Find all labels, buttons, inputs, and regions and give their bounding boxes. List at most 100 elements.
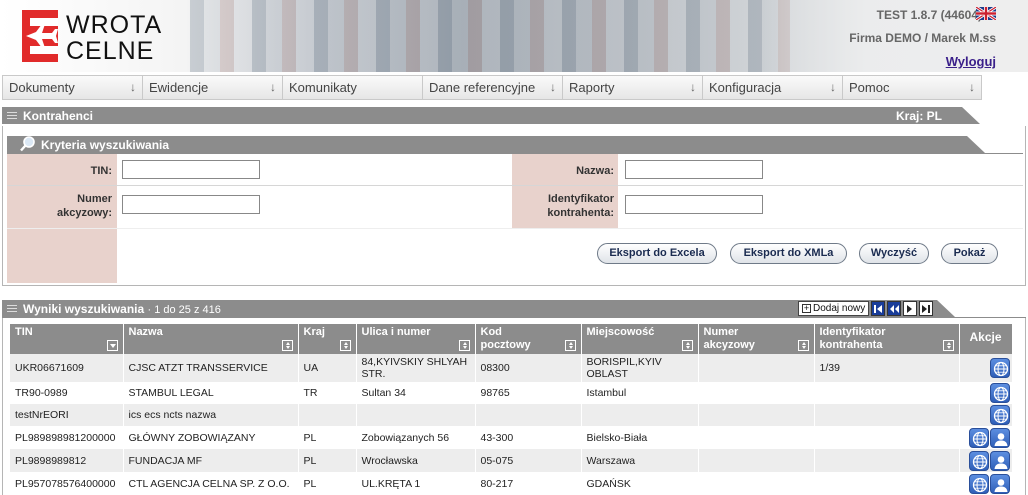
app-logo: WROTA CELNE [22, 10, 177, 66]
column-header-street[interactable]: Ulica i numer [356, 324, 476, 354]
globe-icon[interactable] [989, 358, 1010, 378]
sort-icon[interactable] [797, 340, 809, 351]
table-row[interactable]: TR90-0989 STAMBUL LEGAL TR Sultan 34 98765 Is… [10, 382, 1013, 404]
column-header-postal[interactable]: Kod pocztowy [475, 324, 582, 354]
column-header-country[interactable]: Kraj [298, 324, 357, 354]
menu-item-raporty[interactable]: Raporty ↓ [562, 75, 702, 100]
contractor-id-input[interactable] [625, 195, 763, 214]
globe-icon[interactable] [989, 383, 1010, 403]
excise-number-label: Numer akcyzowy: [56, 193, 112, 219]
sort-icon[interactable] [564, 340, 576, 351]
app-header: WROTA CELNE TEST 1.8.7 (44604) Firma DEM… [0, 0, 1028, 72]
globe-icon[interactable] [968, 473, 989, 494]
main-menu: Dokumenty ↓ Ewidencje ↓ Komunikaty Dane re… [2, 75, 982, 100]
cell-id [814, 426, 960, 449]
sort-icon[interactable] [339, 340, 351, 351]
cell-name: GŁÓWNY ZOBOWIĄZANY [123, 426, 299, 449]
cell-country: PL [298, 426, 357, 449]
globe-icon[interactable] [968, 427, 989, 448]
cell-city: Istambul [581, 382, 699, 404]
show-button[interactable]: Pokaż [941, 243, 998, 264]
menu-item-komunikaty[interactable]: Komunikaty [282, 75, 422, 100]
column-header-contractor-id[interactable]: Identyfikator kontrahenta [814, 324, 960, 354]
person-icon[interactable] [989, 473, 1010, 494]
tin-label: TIN: [90, 165, 112, 177]
logout-link[interactable]: Wyloguj [946, 54, 996, 69]
excise-number-input[interactable] [122, 195, 260, 214]
cell-city: Warszawa [581, 449, 699, 472]
results-range: · 1 do 25 z 416 [147, 304, 221, 316]
clear-button[interactable]: Wyczyść [859, 243, 929, 264]
menu-item-ewidencje[interactable]: Ewidencje ↓ [142, 75, 282, 100]
results-title: Wyniki wyszukiwania [23, 302, 145, 316]
tin-input[interactable] [122, 160, 260, 179]
cell-city: GDAŃSK [581, 472, 699, 495]
sort-icon[interactable] [281, 340, 293, 351]
cell-id: 1/39 [814, 354, 960, 382]
last-page-icon [922, 305, 931, 313]
grip-icon [7, 305, 17, 312]
table-row[interactable]: PL957078576400000 CTL AGENCJA CELNA SP. Z… [10, 472, 1013, 495]
sort-desc-icon[interactable] [106, 340, 118, 351]
grip-icon [7, 112, 17, 119]
menu-item-pomoc[interactable]: Pomoc ↓ [842, 75, 982, 100]
results-table: TIN Nazwa Kraj Ulica i numer Kod pocztowy… [10, 324, 1013, 495]
person-icon[interactable] [989, 450, 1010, 471]
chevron-down-icon: ↓ [270, 80, 276, 94]
menu-item-konfiguracja[interactable]: Konfiguracja ↓ [702, 75, 842, 100]
name-input[interactable] [625, 160, 763, 179]
chevron-down-icon: ↓ [130, 80, 136, 94]
cell-tin: PL989898981200000 [10, 426, 124, 449]
uk-flag-icon[interactable] [976, 7, 996, 20]
table-row[interactable]: PL989898981200000 GŁÓWNY ZOBOWIĄZANY PL Zob… [10, 426, 1013, 449]
cell-id [814, 472, 960, 495]
table-row[interactable]: testNrEORI ics ecs ncts nazwa [10, 404, 1013, 426]
plus-icon: + [802, 303, 811, 313]
globe-icon[interactable] [968, 450, 989, 471]
sort-icon[interactable] [458, 340, 470, 351]
cell-actions [959, 382, 1013, 404]
search-icon [20, 136, 35, 152]
first-page-button[interactable] [871, 301, 886, 316]
section-bar-criteria: Kryteria wyszukiwania [7, 136, 985, 153]
country-label: Kraj: PL [895, 109, 942, 123]
column-header-name[interactable]: Nazwa [123, 324, 299, 354]
table-row[interactable]: PL9898989812 FUNDACJA MF PL Wrocławska 05-07… [10, 449, 1013, 472]
table-row[interactable]: UKR06671609 CJSC ATZT TRANSSERVICE UA 84,KY… [10, 354, 1013, 382]
column-header-actions: Akcje [959, 324, 1013, 354]
export-excel-button[interactable]: Eksport do Excela [597, 243, 717, 264]
cell-street: UL.KRĘTA 1 [356, 472, 476, 495]
menu-item-dokumenty[interactable]: Dokumenty ↓ [2, 75, 142, 100]
previous-page-button[interactable] [887, 301, 902, 316]
cell-tin: PL957078576400000 [10, 472, 124, 495]
column-header-city[interactable]: Miejscowość [581, 324, 699, 354]
logo-text-line2: CELNE [66, 37, 155, 65]
logo-mark-icon [22, 10, 58, 62]
cell-actions [959, 472, 1013, 495]
add-new-button[interactable]: + Dodaj nowy [798, 301, 870, 316]
column-header-excise[interactable]: Numer akcyzowy [698, 324, 815, 354]
cell-id [814, 382, 960, 404]
column-header-tin[interactable]: TIN [10, 324, 124, 354]
globe-icon[interactable] [989, 405, 1010, 425]
pager: + Dodaj nowy [798, 301, 934, 316]
cell-street: Wrocławska [356, 449, 476, 472]
cell-tin: UKR06671609 [10, 354, 124, 382]
chevron-down-icon: ↓ [690, 80, 696, 94]
person-icon[interactable] [989, 427, 1010, 448]
cell-street [356, 404, 476, 426]
last-page-button[interactable] [919, 301, 934, 316]
name-label: Nazwa: [576, 165, 614, 177]
sort-icon[interactable] [942, 340, 954, 351]
next-page-button[interactable] [903, 301, 918, 316]
sort-icon[interactable] [681, 340, 693, 351]
cell-tin: testNrEORI [10, 404, 124, 426]
version-label: TEST 1.8.7 (44604) [876, 8, 982, 22]
export-xml-button[interactable]: Eksport do XMLa [730, 243, 847, 264]
cell-postal: 05-075 [475, 449, 582, 472]
contractor-id-label: Identyfikator kontrahenta: [547, 193, 614, 219]
cell-excise [698, 426, 815, 449]
cell-postal: 80-217 [475, 472, 582, 495]
menu-item-dane-referencyjne[interactable]: Dane referencyjne ↓ [422, 75, 562, 100]
page-title: Kontrahenci [23, 109, 94, 123]
